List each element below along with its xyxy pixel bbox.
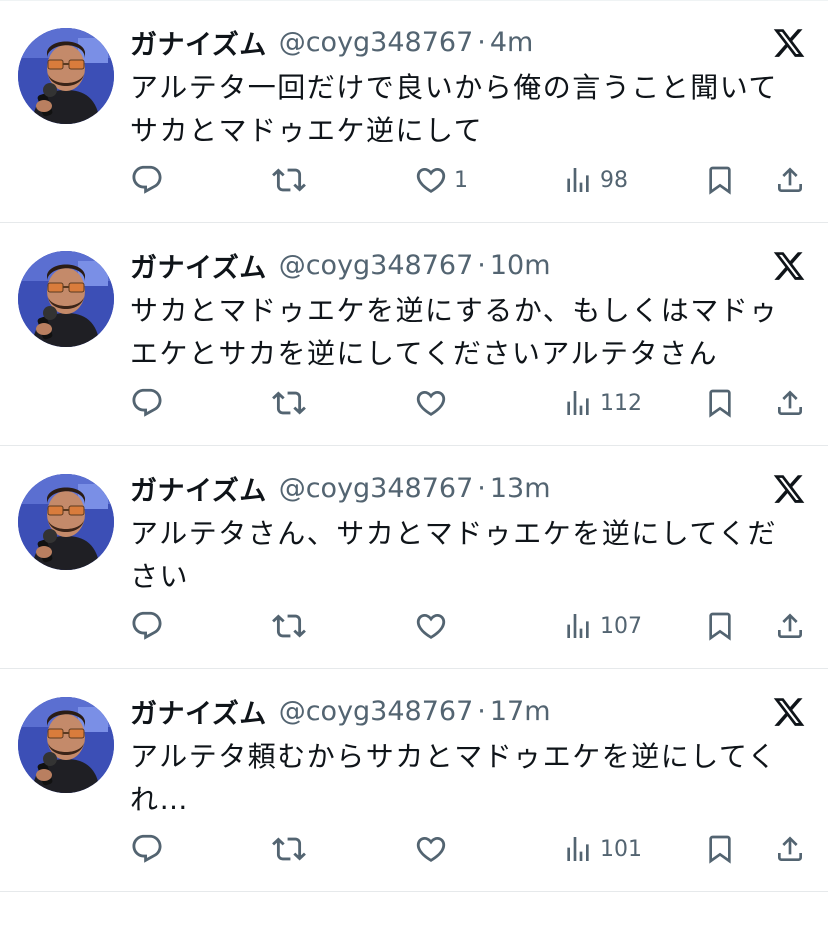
reply-icon [130, 163, 164, 197]
timestamp[interactable]: 17m [490, 696, 551, 727]
tweet-actions: 101 [0, 829, 828, 869]
bookmark-button[interactable] [704, 383, 736, 423]
bookmark-button[interactable] [704, 160, 736, 200]
tweet-header: ガナイズム @coyg348767 · 4m [130, 23, 533, 62]
reply-button[interactable] [130, 829, 164, 869]
user-handle[interactable]: @coyg348767 [279, 473, 474, 504]
display-name[interactable]: ガナイズム [130, 246, 267, 285]
display-name[interactable]: ガナイズム [130, 469, 267, 508]
timestamp[interactable]: 10m [490, 250, 551, 281]
tweet-header: ガナイズム @coyg348767 · 17m [130, 692, 551, 731]
retweet-icon [272, 386, 306, 420]
views-icon [562, 164, 594, 196]
bookmark-button[interactable] [704, 829, 736, 869]
views-icon [562, 387, 594, 419]
reply-icon [130, 386, 164, 420]
user-handle[interactable]: @coyg348767 [279, 696, 474, 727]
tweet-text: アルテタさん、サカとマドゥエケを逆にしてください [130, 517, 778, 593]
retweet-button[interactable] [272, 160, 306, 200]
retweet-button[interactable] [272, 829, 306, 869]
like-count: 1 [454, 167, 468, 193]
like-button[interactable] [414, 383, 454, 423]
reply-button[interactable] [130, 606, 164, 646]
timestamp[interactable]: 13m [490, 473, 551, 504]
views-icon [562, 610, 594, 642]
avatar[interactable] [18, 474, 114, 570]
tweet-text: アルテタ頼むからサカとマドゥエケを逆にしてくれ… [130, 740, 778, 816]
tweet[interactable]: ガナイズム @coyg348767 · 17m アルテタ頼むからサカとマドゥエケ… [0, 669, 828, 892]
retweet-icon [272, 609, 306, 643]
avatar[interactable] [18, 697, 114, 793]
tweet[interactable]: ガナイズム @coyg348767 · 13m アルテタさん、サカとマドゥエケを… [0, 446, 828, 669]
tweet-text: アルテタ一回だけで良いから俺の言うこと聞いてサカとマドゥエケ逆にして [130, 71, 778, 147]
tweet[interactable]: ガナイズム @coyg348767 · 4m アルテタ一回だけで良いから俺の言う… [0, 0, 828, 223]
views-button[interactable]: 101 [562, 829, 642, 869]
x-logo-icon [772, 26, 806, 60]
timestamp[interactable]: 4m [490, 27, 533, 58]
heart-icon [414, 832, 448, 866]
reply-icon [130, 832, 164, 866]
retweet-button[interactable] [272, 383, 306, 423]
bookmark-icon [704, 610, 736, 642]
share-icon [774, 833, 806, 865]
bookmark-icon [704, 387, 736, 419]
heart-icon [414, 609, 448, 643]
share-icon [774, 164, 806, 196]
avatar[interactable] [18, 251, 114, 347]
tweet-actions: 112 [0, 383, 828, 423]
separator-dot: · [477, 249, 486, 281]
share-button[interactable] [774, 606, 806, 646]
x-logo-icon [772, 249, 806, 283]
views-button[interactable]: 107 [562, 606, 642, 646]
reply-icon [130, 609, 164, 643]
bookmark-button[interactable] [704, 606, 736, 646]
avatar[interactable] [18, 28, 114, 124]
separator-dot: · [477, 695, 486, 727]
display-name[interactable]: ガナイズム [130, 692, 267, 731]
retweet-icon [272, 832, 306, 866]
reply-button[interactable] [130, 383, 164, 423]
user-handle[interactable]: @coyg348767 [279, 250, 474, 281]
x-logo-icon [772, 695, 806, 729]
tweet-header: ガナイズム @coyg348767 · 10m [130, 246, 551, 285]
tweet-header: ガナイズム @coyg348767 · 13m [130, 469, 551, 508]
heart-icon [414, 163, 448, 197]
like-button[interactable] [414, 606, 454, 646]
separator-dot: · [477, 472, 486, 504]
like-button[interactable]: 1 [414, 160, 468, 200]
share-button[interactable] [774, 829, 806, 869]
tweet[interactable]: ガナイズム @coyg348767 · 10m サカとマドゥエケを逆にするか、も… [0, 223, 828, 446]
view-count: 101 [600, 836, 642, 862]
reply-button[interactable] [130, 160, 164, 200]
share-icon [774, 387, 806, 419]
retweet-button[interactable] [272, 606, 306, 646]
timeline-feed: ガナイズム @coyg348767 · 4m アルテタ一回だけで良いから俺の言う… [0, 0, 828, 942]
tweet-actions: 107 [0, 606, 828, 646]
share-button[interactable] [774, 383, 806, 423]
like-button[interactable] [414, 829, 454, 869]
x-logo-icon [772, 472, 806, 506]
bookmark-icon [704, 833, 736, 865]
views-button[interactable]: 98 [562, 160, 628, 200]
user-handle[interactable]: @coyg348767 [279, 27, 474, 58]
view-count: 98 [600, 167, 628, 193]
share-button[interactable] [774, 160, 806, 200]
view-count: 107 [600, 613, 642, 639]
display-name[interactable]: ガナイズム [130, 23, 267, 62]
views-icon [562, 833, 594, 865]
bookmark-icon [704, 164, 736, 196]
view-count: 112 [600, 390, 642, 416]
separator-dot: · [477, 26, 486, 58]
views-button[interactable]: 112 [562, 383, 642, 423]
retweet-icon [272, 163, 306, 197]
share-icon [774, 610, 806, 642]
tweet-actions: 1 98 [0, 160, 828, 200]
tweet-text: サカとマドゥエケを逆にするか、もしくはマドゥエケとサカを逆にしてくださいアルテタ… [130, 294, 779, 370]
heart-icon [414, 386, 448, 420]
